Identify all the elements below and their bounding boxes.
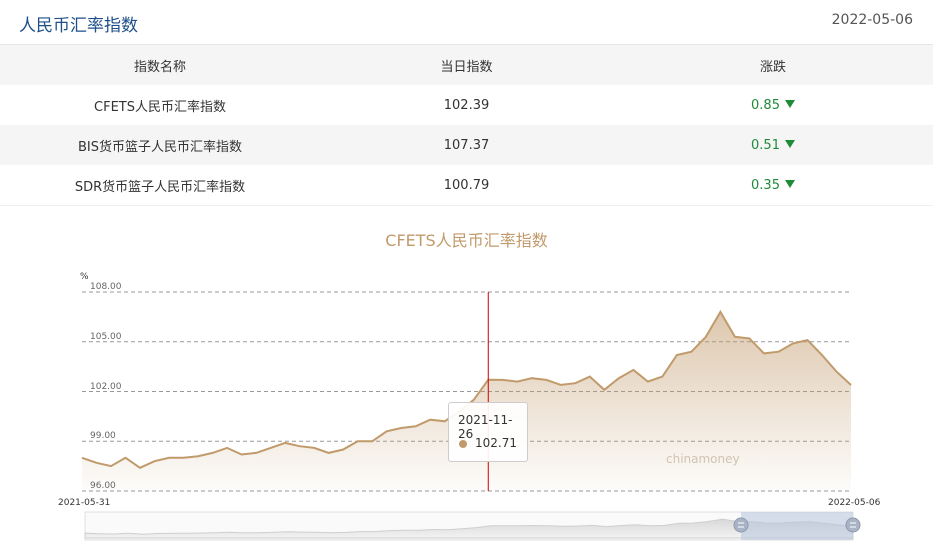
chart-tooltip: 2021-11-26 102.71 — [448, 402, 528, 462]
zoom-handle-left[interactable] — [733, 517, 749, 533]
tooltip-marker-icon — [459, 440, 467, 448]
y-tick-label: 108.00 — [90, 282, 122, 292]
tooltip-value: 102.71 — [475, 436, 517, 450]
x-axis-end-label: 2022-05-06 — [828, 498, 881, 508]
x-axis-start-label: 2021-05-31 — [58, 498, 111, 508]
zoom-window[interactable] — [741, 512, 853, 540]
y-tick-label: 105.00 — [90, 332, 122, 342]
zoom-slider[interactable] — [84, 511, 861, 541]
y-tick-label: 96.00 — [90, 481, 116, 491]
y-tick-label: 99.00 — [90, 431, 116, 441]
y-tick-label: 102.00 — [90, 382, 122, 392]
chart-canvas[interactable] — [0, 0, 933, 554]
watermark: chinamoney — [666, 452, 740, 466]
y-axis-unit: % — [80, 272, 89, 282]
zoom-handle-right[interactable] — [845, 517, 861, 533]
